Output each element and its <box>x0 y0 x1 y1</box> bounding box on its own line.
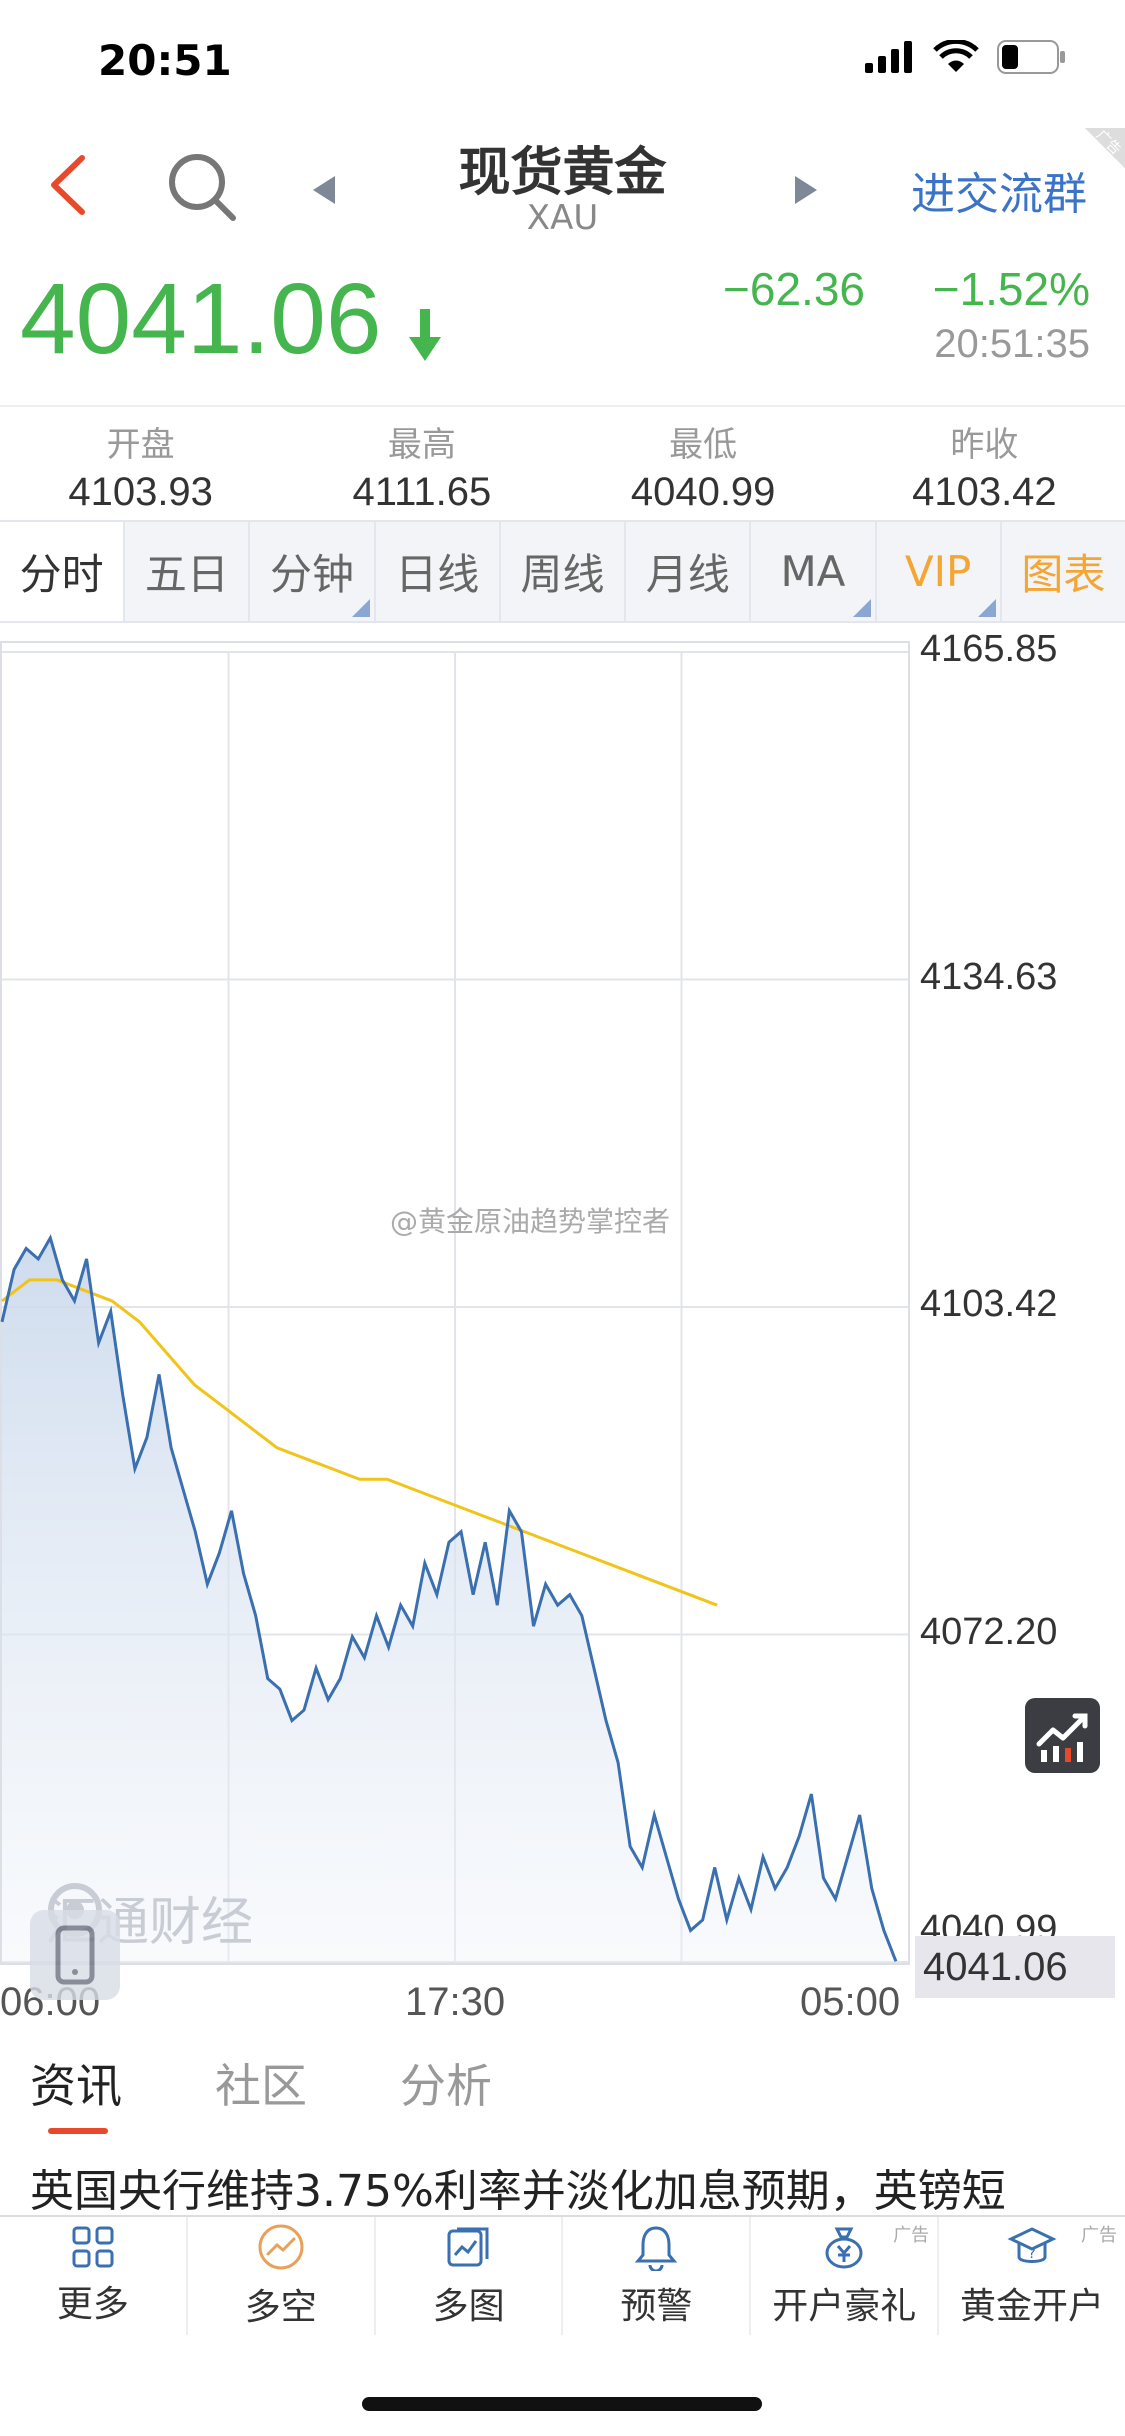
y-tick-label: 4134.63 <box>920 955 1058 998</box>
tab-five-day[interactable]: 五日 <box>123 522 249 621</box>
y-tick-label: 4103.42 <box>920 1283 1058 1325</box>
ad-corner-badge: 广告 <box>1085 127 1125 168</box>
tab-analysis[interactable]: 分析 <box>400 2050 492 2116</box>
quote-header: 4041.06 −62.36 −1.52% 20:51:35 <box>0 250 1125 405</box>
tab-label: 分钟 <box>270 550 355 599</box>
price-change-percent: −1.52% <box>932 263 1090 315</box>
stat-open: 开盘 4103.93 <box>0 407 281 520</box>
phone-icon <box>55 1925 95 1985</box>
next-symbol-arrow-icon[interactable] <box>785 170 825 210</box>
alert-button[interactable]: 预警 <box>561 2217 749 2335</box>
down-arrow-icon <box>409 309 441 361</box>
svg-text:?: ? <box>1028 2246 1035 2262</box>
dropdown-corner-icon <box>977 599 996 617</box>
more-button[interactable]: 更多 <box>0 2217 186 2335</box>
y-tick-label: 4165.85 <box>920 628 1058 670</box>
tab-intraday[interactable]: 分时 <box>0 522 124 621</box>
tab-minute[interactable]: 分钟 <box>248 522 374 621</box>
intraday-chart[interactable]: 4165.85 4134.63 4103.42 4072.20 4040.99 4041… <box>0 628 1125 2024</box>
stat-value: 4111.65 <box>352 470 492 514</box>
tab-ma[interactable]: MA <box>749 522 875 621</box>
news-headline[interactable]: 英国央行维持3.75%利率并淡化加息预期，英镑短 <box>30 2155 1110 2219</box>
ad-corner-label: 广告 <box>1092 127 1124 159</box>
help-hat-icon: ? <box>1007 2227 1057 2263</box>
stat-label: 最低 <box>669 425 738 465</box>
multi-chart-label: 多图 <box>432 2286 505 2327</box>
trend-circle-icon <box>258 2224 304 2270</box>
join-group-link[interactable]: 进交流群 <box>911 158 1087 222</box>
stat-prev-close: 昨收 4103.42 <box>844 407 1125 520</box>
tab-charts[interactable]: 图表 <box>999 522 1125 621</box>
multi-chart-button[interactable]: 多图 <box>373 2217 562 2335</box>
tab-vip[interactable]: VIP <box>874 522 1000 621</box>
tab-label: MA <box>780 547 846 596</box>
chart-plot <box>0 641 910 1965</box>
cellular-signal-icon <box>865 41 912 73</box>
stat-high: 最高 4111.65 <box>281 407 562 520</box>
tab-news[interactable]: 资讯 <box>30 2050 122 2116</box>
stats-row: 开盘 4103.93 最高 4111.65 最低 4040.99 昨收 4103… <box>0 405 1125 520</box>
long-short-button[interactable]: 多空 <box>185 2217 374 2335</box>
more-label: 更多 <box>56 2284 129 2325</box>
money-bag-icon <box>825 2227 863 2269</box>
content-tabs: 资讯 社区 分析 <box>0 2010 1125 2134</box>
status-bar: 20:51 <box>0 0 1125 120</box>
chart-tools-icon <box>1036 1713 1088 1762</box>
ad-label: 广告 <box>893 2225 930 2246</box>
grid-icon <box>72 2226 114 2268</box>
stat-low: 最低 4040.99 <box>563 407 844 520</box>
multi-chart-icon <box>447 2227 489 2267</box>
active-tab-indicator <box>48 2128 108 2134</box>
nav-bar: 现货黄金 XAU 进交流群 广告 <box>0 120 1125 250</box>
account-gift-button[interactable]: 广告 开户豪礼 <box>749 2217 937 2335</box>
gold-account-button[interactable]: 广告 ? 黄金开户 <box>937 2217 1125 2335</box>
last-price: 4041.06 <box>20 263 382 375</box>
status-time: 20:51 <box>98 36 232 85</box>
tab-community[interactable]: 社区 <box>215 2050 307 2116</box>
chart-tools-button[interactable] <box>1025 1698 1100 1773</box>
stat-value: 4040.99 <box>630 470 776 514</box>
tab-weekly[interactable]: 周线 <box>498 522 625 621</box>
wifi-icon <box>933 40 979 72</box>
bottom-toolbar: 更多 多空 多图 预警 广告 开户豪礼 广告 ? 黄金开户 <box>0 2215 1125 2335</box>
stat-label: 昨收 <box>950 425 1019 465</box>
stat-label: 开盘 <box>106 425 175 465</box>
tab-daily[interactable]: 日线 <box>373 522 499 621</box>
price-area <box>2 1237 896 1962</box>
last-price-badge: 4041.06 <box>915 1936 1115 1998</box>
period-tabs: 分时 五日 分钟 日线 周线 月线 MA VIP 图表 <box>0 520 1125 623</box>
home-indicator <box>362 2397 762 2411</box>
stat-value: 4103.93 <box>68 470 213 514</box>
phone-call-button[interactable] <box>30 1910 120 2000</box>
long-short-label: 多空 <box>244 2287 317 2328</box>
stat-value: 4103.42 <box>912 470 1057 514</box>
status-icons <box>865 40 1067 74</box>
dropdown-corner-icon <box>852 599 871 617</box>
alert-label: 预警 <box>620 2286 693 2327</box>
battery-icon <box>997 40 1065 74</box>
tab-label: VIP <box>904 547 972 596</box>
price-change: −62.36 <box>723 263 865 315</box>
quote-time: 20:51:35 <box>934 322 1090 366</box>
account-gift-label: 开户豪礼 <box>772 2286 917 2327</box>
stat-label: 最高 <box>387 425 456 465</box>
ad-label: 广告 <box>1080 2225 1117 2246</box>
watermark: @黄金原油趋势掌控者 <box>390 1205 671 1238</box>
gold-account-label: 黄金开户 <box>960 2286 1105 2327</box>
y-tick-label: 4072.20 <box>920 1610 1058 1653</box>
bell-icon <box>635 2226 678 2271</box>
tab-monthly[interactable]: 月线 <box>624 522 750 621</box>
dropdown-corner-icon <box>351 599 370 617</box>
